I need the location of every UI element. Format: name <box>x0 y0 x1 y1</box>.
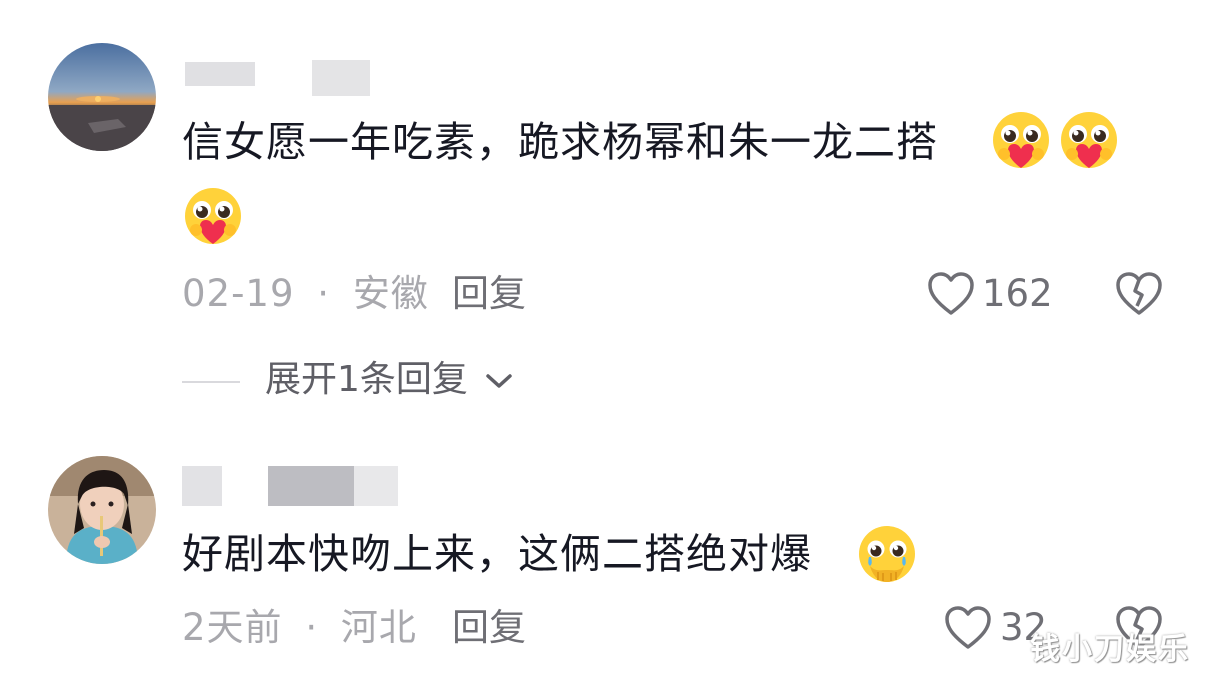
like-count: 162 <box>982 272 1053 315</box>
meta-separator: · <box>317 272 331 315</box>
username-censored <box>185 62 255 86</box>
replies-divider <box>182 381 240 383</box>
like-heart-icon[interactable] <box>944 605 992 651</box>
comment-location: 河北 <box>340 606 417 649</box>
meta-separator: · <box>305 606 319 649</box>
avatar-portrait-image <box>48 456 156 564</box>
chevron-down-icon <box>486 374 513 388</box>
pleading-heart-emoji <box>182 186 244 248</box>
avatar[interactable] <box>48 43 156 151</box>
pleading-heart-emoji <box>1058 110 1120 172</box>
avatar-sunset-image <box>48 43 156 151</box>
like-heart-icon[interactable] <box>927 271 975 317</box>
dislike-broken-heart-icon[interactable] <box>1115 271 1163 317</box>
username-censored <box>268 466 354 506</box>
comment-date: 02-19 <box>182 272 295 315</box>
comment-meta: 02-19 · 安徽 <box>182 272 429 316</box>
expand-replies-button[interactable]: 展开1条回复 <box>265 358 513 402</box>
username-censored <box>182 466 222 506</box>
reply-button[interactable]: 回复 <box>452 272 526 316</box>
comment-meta: 2天前 · 河北 <box>182 606 417 650</box>
comment-text: 信女愿一年吃素，跪求杨幂和朱一龙二搭 <box>182 118 938 166</box>
comment-date: 2天前 <box>182 606 283 649</box>
username-censored <box>354 466 398 506</box>
comment-text: 好剧本快吻上来，这俩二搭绝对爆 <box>182 530 812 578</box>
comment-location: 安徽 <box>352 272 429 315</box>
watermark: 钱小刀娱乐 <box>1030 632 1190 667</box>
pleading-heart-emoji <box>990 110 1052 172</box>
reply-button[interactable]: 回复 <box>452 606 526 650</box>
expand-replies-label: 展开1条回复 <box>265 359 468 400</box>
username-censored <box>312 60 370 96</box>
holding-back-tears-emoji <box>856 524 918 586</box>
avatar[interactable] <box>48 456 156 564</box>
